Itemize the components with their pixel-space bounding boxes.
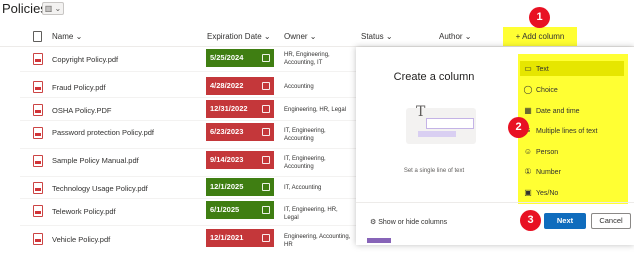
pdf-file-icon: [33, 182, 43, 194]
step-badge-2: 2: [508, 117, 529, 138]
file-name[interactable]: Technology Usage Policy.pdf: [52, 184, 148, 193]
column-header-name[interactable]: Name ⌄: [52, 32, 82, 41]
calendar-icon: [262, 183, 270, 191]
toggle-icon: ▣: [524, 188, 532, 197]
pdf-file-icon: [33, 233, 43, 245]
owner-cell: Engineering, HR, Legal: [284, 107, 347, 113]
calendar-icon: [262, 105, 270, 113]
show-hide-columns-link[interactable]: ⚙ Show or hide columns: [370, 218, 447, 226]
file-name[interactable]: Sample Policy Manual.pdf: [52, 156, 139, 165]
owner-cell: IT, Engineering, Accounting: [284, 156, 326, 170]
owner-cell: Accounting: [284, 84, 314, 90]
pdf-file-icon: [33, 205, 43, 217]
library-view-icon[interactable]: ▥ ⌄: [42, 2, 64, 15]
expiration-cell: 5/25/2024: [206, 49, 274, 67]
calendar-icon: [262, 82, 270, 90]
calendar-icon: [262, 156, 270, 164]
pdf-file-icon: [33, 155, 43, 167]
panel-title: Create a column: [393, 71, 475, 83]
column-type-date-time[interactable]: ▦ Date and time: [520, 103, 624, 118]
file-name[interactable]: OSHA Policy.PDF: [52, 106, 111, 115]
owner-cell: IT, Engineering, Accounting: [284, 128, 326, 142]
column-type-choice[interactable]: ◯ Choice: [520, 82, 624, 97]
calendar-icon: [262, 234, 270, 242]
owner-cell: Engineering, Accounting, HR: [284, 234, 351, 248]
page-title: Policies: [2, 1, 47, 16]
person-icon: ☺: [523, 147, 533, 156]
file-name[interactable]: Vehicle Policy.pdf: [52, 235, 110, 244]
preview-input-shape: [426, 118, 474, 129]
column-type-multiline[interactable]: ≡Multiple lines of text: [520, 123, 624, 138]
file-type-header-icon[interactable]: [33, 31, 42, 42]
selection-indicator: [367, 238, 391, 243]
file-name[interactable]: Copyright Policy.pdf: [52, 55, 118, 64]
file-name[interactable]: Fraud Policy.pdf: [52, 83, 106, 92]
expiration-cell: 4/28/2022: [206, 77, 274, 95]
panel-footer-divider: [356, 202, 634, 203]
pdf-file-icon: [33, 104, 43, 116]
step-badge-3: 3: [520, 210, 541, 231]
column-type-yes-no[interactable]: ▣ Yes/No: [520, 185, 624, 200]
calendar-icon: [262, 128, 270, 136]
number-icon: ①: [524, 167, 532, 176]
expiration-cell: 6/1/2025: [206, 201, 274, 219]
expiration-cell: 6/23/2023: [206, 123, 274, 141]
text-icon: ▭: [524, 64, 532, 73]
add-column-button[interactable]: + Add column: [503, 27, 577, 46]
column-header-status[interactable]: Status ⌄: [361, 32, 393, 41]
pdf-file-icon: [33, 127, 43, 139]
step-badge-1: 1: [529, 7, 550, 28]
next-button[interactable]: Next: [544, 213, 586, 229]
cancel-button[interactable]: Cancel: [591, 213, 631, 229]
column-type-text[interactable]: ▭ Text: [520, 61, 624, 76]
preview-caption: Set a single line of text: [403, 168, 465, 174]
pdf-file-icon: [33, 53, 43, 65]
calendar-icon: [262, 54, 270, 62]
owner-cell: IT, Engineering, HR, Legal: [284, 207, 338, 221]
file-name[interactable]: Password protection Policy.pdf: [52, 128, 154, 137]
column-header-author[interactable]: Author ⌄: [439, 32, 472, 41]
text-cursor-icon: T: [416, 104, 426, 120]
calendar-icon: [262, 206, 270, 214]
preview-line-shape: [418, 131, 456, 137]
expiration-cell: 12/1/2025: [206, 178, 274, 196]
calendar-icon: ▦: [524, 106, 532, 115]
expiration-cell: 9/14/2023: [206, 151, 274, 169]
column-header-expiration[interactable]: Expiration Date ⌄: [207, 32, 271, 41]
choice-icon: ◯: [523, 85, 533, 94]
column-type-number[interactable]: ① Number: [520, 164, 624, 179]
owner-cell: HR, Engineering, Accounting, IT: [284, 52, 330, 66]
column-type-person[interactable]: ☺ Person: [520, 144, 624, 159]
pdf-file-icon: [33, 81, 43, 93]
expiration-cell: 12/1/2021: [206, 229, 274, 247]
expiration-cell: 12/31/2022: [206, 100, 274, 118]
owner-cell: IT, Accounting: [284, 185, 322, 191]
file-name[interactable]: Telework Policy.pdf: [52, 207, 116, 216]
gear-icon: ⚙: [370, 219, 377, 226]
column-header-owner[interactable]: Owner ⌄: [284, 32, 317, 41]
